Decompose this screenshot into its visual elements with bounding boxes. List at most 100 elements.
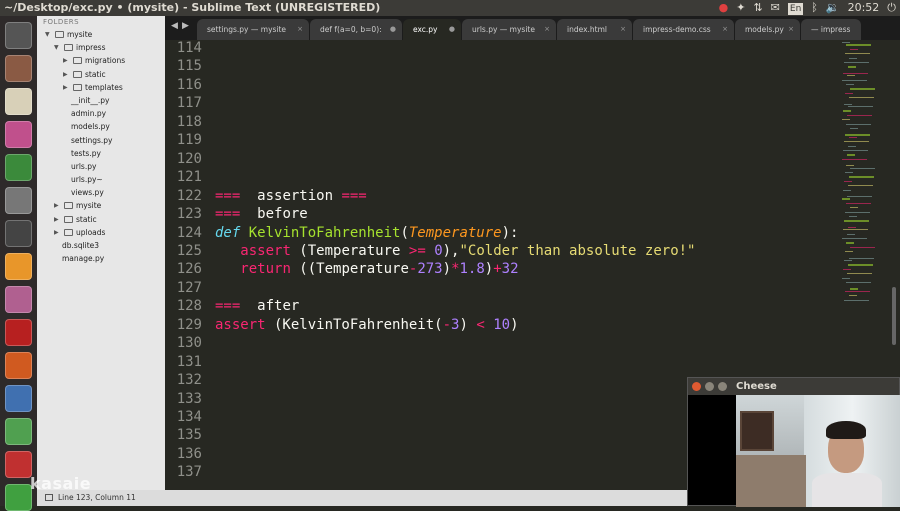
close-tab-icon[interactable]: × <box>544 19 550 40</box>
editor-tab[interactable]: — impress <box>801 19 861 40</box>
file-item[interactable]: admin.py <box>37 107 165 120</box>
editor-tab[interactable]: def f(a=0, b=0): ● <box>310 19 402 40</box>
code-token: ((Temperature <box>290 261 409 278</box>
maximize-icon[interactable] <box>718 382 727 391</box>
collapsed-arrow-icon[interactable]: ▶ <box>54 199 59 212</box>
filezilla-icon[interactable] <box>5 319 32 346</box>
code-line[interactable]: def KelvinToFahrenheit(Temperature): <box>215 225 518 241</box>
code-line[interactable]: assert (KelvinToFahrenheit(-3) < 10) <box>215 317 519 333</box>
vertical-scrollbar[interactable] <box>892 287 896 345</box>
bluetooth-icon[interactable]: ᛒ <box>811 0 818 16</box>
folder-item[interactable]: ▼ mysite <box>37 28 165 41</box>
code-token: ): <box>501 224 519 241</box>
minimap-line <box>850 207 858 209</box>
mail-icon[interactable]: ✉ <box>771 0 780 16</box>
file-item[interactable]: urls.py~ <box>37 173 165 186</box>
tree-item-label: urls.py~ <box>71 175 103 185</box>
app-icon[interactable] <box>5 451 32 478</box>
collapsed-arrow-icon[interactable]: ▶ <box>63 68 68 81</box>
editor-tab[interactable]: index.html × <box>557 19 632 40</box>
firefox-icon[interactable] <box>5 352 32 379</box>
file-item[interactable]: settings.py <box>37 134 165 147</box>
collapsed-arrow-icon[interactable]: ▶ <box>63 81 68 94</box>
file-item[interactable]: tests.py <box>37 147 165 160</box>
collapsed-arrow-icon[interactable]: ▶ <box>54 213 59 226</box>
code-token: "Colder than absolute zero!" <box>459 242 696 259</box>
settings-icon[interactable] <box>5 187 32 214</box>
close-tab-icon[interactable]: × <box>722 19 728 40</box>
network-icon[interactable]: ⇅ <box>753 0 762 16</box>
minimap-line <box>849 136 857 138</box>
line-number: 125 <box>176 242 202 259</box>
close-icon[interactable] <box>692 382 701 391</box>
minimap-line <box>842 198 850 200</box>
app-icon[interactable] <box>5 385 32 412</box>
tree-item-label: settings.py <box>71 135 113 145</box>
keyboard-layout[interactable]: En <box>787 3 804 15</box>
code-line[interactable]: === assertion === <box>215 188 367 204</box>
record-icon[interactable]: ● <box>719 0 729 16</box>
panel-toggle-icon[interactable] <box>45 494 53 501</box>
archive-icon[interactable] <box>5 286 32 313</box>
code-token: 32 <box>501 261 519 278</box>
folders-header: FOLDERS <box>43 18 80 26</box>
tree-item-label: static <box>85 69 106 79</box>
folder-item[interactable]: ▼ impress <box>37 41 165 54</box>
file-item[interactable]: models.py <box>37 120 165 133</box>
close-tab-icon[interactable]: × <box>788 19 794 40</box>
camera-icon[interactable] <box>5 121 32 148</box>
sublime-icon[interactable] <box>5 253 32 280</box>
code-line[interactable]: === after <box>215 298 299 314</box>
file-item[interactable]: manage.py <box>37 252 165 265</box>
dash-icon[interactable] <box>5 22 32 49</box>
folder-icon <box>64 202 73 210</box>
editor-tab[interactable]: impress-demo.css × <box>633 19 734 40</box>
text-editor-icon[interactable] <box>5 88 32 115</box>
files-icon[interactable] <box>5 55 32 82</box>
expanded-arrow-icon[interactable]: ▼ <box>54 41 59 54</box>
video-icon[interactable] <box>5 220 32 247</box>
file-item[interactable]: __init__.py <box>37 94 165 107</box>
minimap-line <box>846 282 871 284</box>
person-body <box>812 473 882 507</box>
folder-item[interactable]: ▶ static <box>37 68 165 81</box>
editor-tab[interactable]: models.py × <box>735 19 800 40</box>
file-item[interactable]: views.py <box>37 186 165 199</box>
unsaved-dot-icon[interactable]: ● <box>449 19 455 40</box>
line-number: 117 <box>176 95 202 112</box>
file-item[interactable]: urls.py <box>37 160 165 173</box>
next-tab-icon[interactable]: ▶ <box>182 21 189 31</box>
folder-item[interactable]: ▶ static <box>37 213 165 226</box>
unsaved-dot-icon[interactable]: ● <box>390 19 396 40</box>
folder-item[interactable]: ▶ migrations <box>37 54 165 67</box>
dropbox-icon[interactable]: ✦ <box>736 0 745 16</box>
chrome-icon[interactable] <box>5 154 32 181</box>
code-line[interactable]: return ((Temperature-273)*1.8)+32 <box>215 261 519 278</box>
editor-tab[interactable]: exc.py ● <box>403 19 461 40</box>
code-line[interactable]: assert (Temperature >= 0),"Colder than a… <box>215 242 696 259</box>
collapsed-arrow-icon[interactable]: ▶ <box>63 54 68 67</box>
app-icon[interactable] <box>5 418 32 445</box>
app-icon[interactable] <box>5 484 32 511</box>
clock[interactable]: 20:52 <box>848 0 880 16</box>
close-tab-icon[interactable]: × <box>297 19 303 40</box>
prev-tab-icon[interactable]: ◀ <box>171 21 178 31</box>
file-item[interactable]: db.sqlite3 <box>37 239 165 252</box>
minimize-icon[interactable] <box>705 382 714 391</box>
minimap-line <box>847 196 872 198</box>
collapsed-arrow-icon[interactable]: ▶ <box>54 226 59 239</box>
close-tab-icon[interactable]: × <box>620 19 626 40</box>
folder-item[interactable]: ▶ templates <box>37 81 165 94</box>
volume-icon[interactable]: 🔉 <box>826 0 840 16</box>
tab-label: index.html <box>567 25 607 34</box>
minimap[interactable] <box>842 40 894 320</box>
code-token: return <box>240 261 291 278</box>
tab-label: def f(a=0, b=0): <box>320 25 382 34</box>
editor-tab[interactable]: settings.py — mysite × <box>197 19 309 40</box>
power-icon[interactable]: ⏻ <box>887 0 896 16</box>
editor-tab[interactable]: urls.py — mysite × <box>462 19 556 40</box>
folder-item[interactable]: ▶ mysite <box>37 199 165 212</box>
expanded-arrow-icon[interactable]: ▼ <box>45 28 50 41</box>
folder-item[interactable]: ▶ uploads <box>37 226 165 239</box>
code-line[interactable]: === before <box>215 206 308 222</box>
